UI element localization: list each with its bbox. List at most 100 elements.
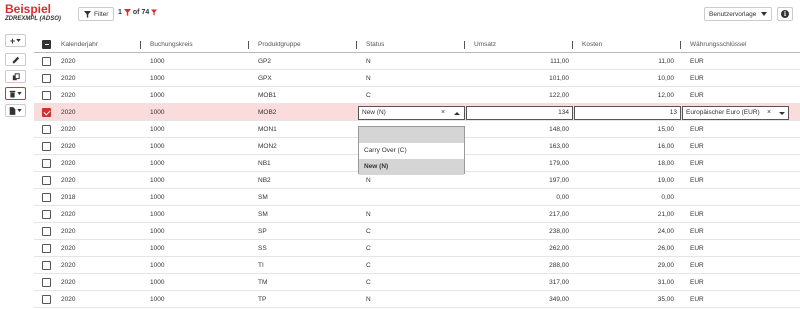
cell-bk: 1000: [150, 279, 165, 286]
select-all-checkbox[interactable]: [42, 40, 51, 49]
cell-status: N: [366, 296, 371, 303]
chevron-up-icon[interactable]: [454, 112, 460, 115]
cell-kosten: 15,00: [657, 126, 674, 133]
table-row[interactable]: 2020 1000 SP C 238,00 24,00 EUR: [34, 223, 800, 240]
clear-icon[interactable]: ×: [767, 107, 771, 119]
cell-bk: 1000: [150, 92, 165, 99]
edit-icon: [12, 56, 19, 63]
copy-button[interactable]: [5, 70, 26, 83]
cell-ws: EUR: [690, 262, 704, 269]
table-row[interactable]: 2020 1000 MOB2 New (N) × 134 13 Europäischer Eu…: [34, 104, 800, 121]
cell-kosten: 31,00: [657, 279, 674, 286]
add-button[interactable]: +: [5, 34, 26, 47]
delete-button[interactable]: [5, 87, 26, 100]
cell-umsatz: 197,00: [549, 177, 569, 184]
row-checkbox[interactable]: [42, 210, 51, 219]
cell-ws: EUR: [690, 279, 704, 286]
table-row[interactable]: 2020 1000 SS C 262,00 26,00 EUR: [34, 240, 800, 257]
cell-umsatz: 288,00: [549, 262, 569, 269]
waehrung-select[interactable]: Europäischer Euro (EUR) ×: [682, 106, 789, 120]
status-select-value: New (N): [362, 109, 386, 116]
col-header-umsatz[interactable]: Umsatz: [474, 36, 496, 53]
edit-button[interactable]: [5, 53, 26, 66]
row-checkbox[interactable]: [42, 176, 51, 185]
cell-ws: EUR: [690, 296, 704, 303]
col-header-kalenderjahr[interactable]: Kalenderjahr: [61, 36, 98, 53]
status-option-carry-over[interactable]: Carry Over (C): [359, 143, 464, 159]
row-checkbox[interactable]: [42, 91, 51, 100]
grid-header: Kalenderjahr Buchungskreis Produktgruppe…: [34, 36, 800, 53]
col-header-status[interactable]: Status: [366, 36, 384, 53]
row-checkbox[interactable]: [42, 159, 51, 168]
cell-year: 2018: [61, 194, 76, 201]
row-checkbox[interactable]: [42, 261, 51, 270]
row-toolbar: +: [5, 34, 27, 121]
row-checkbox[interactable]: [42, 142, 51, 151]
row-checkbox[interactable]: [42, 227, 51, 236]
chevron-down-icon[interactable]: [779, 112, 785, 115]
chevron-down-icon: [17, 92, 22, 95]
cell-status: [366, 189, 456, 206]
row-checkbox[interactable]: [42, 193, 51, 202]
export-button[interactable]: [5, 104, 26, 117]
info-button[interactable]: i: [777, 7, 793, 21]
cell-kosten: 35,00: [657, 296, 674, 303]
umsatz-input[interactable]: 134: [466, 106, 573, 120]
cell-status: C: [366, 279, 371, 286]
cell-ws: EUR: [690, 126, 704, 133]
col-header-kosten[interactable]: Kosten: [582, 36, 602, 53]
cell-kosten: 29,00: [657, 262, 674, 269]
cell-year: 2020: [61, 296, 76, 303]
table-row[interactable]: 2020 1000 GPX N 101,00 10,00 EUR: [34, 70, 800, 87]
cell-umsatz: 0,00: [556, 194, 569, 201]
cell-bk: 1000: [150, 160, 165, 167]
row-checkbox[interactable]: [42, 295, 51, 304]
cell-status: N: [366, 58, 371, 65]
row-checkbox[interactable]: [42, 244, 51, 253]
row-checkbox[interactable]: [42, 108, 51, 117]
cell-kosten: 26,00: [657, 245, 674, 252]
cell-pg: GP2: [258, 58, 272, 65]
cell-ws: [690, 189, 790, 206]
cell-status: C: [366, 92, 371, 99]
info-icon: i: [781, 10, 789, 18]
cell-pg: MON2: [258, 143, 277, 150]
chevron-down-icon: [17, 109, 22, 112]
cell-umsatz: 217,00: [549, 211, 569, 218]
clear-icon[interactable]: ×: [441, 107, 445, 119]
table-row[interactable]: 2020 1000 TM C 317,00 31,00 EUR: [34, 274, 800, 291]
add-icon: +: [9, 35, 16, 46]
col-header-buchungskreis[interactable]: Buchungskreis: [150, 36, 193, 53]
cell-bk: 1000: [150, 126, 165, 133]
table-row[interactable]: 2020 1000 TP N 349,00 35,00 EUR: [34, 291, 800, 308]
col-header-waehrungsschluessel[interactable]: Währungsschlüssel: [690, 36, 746, 53]
cell-year: 2020: [61, 143, 76, 150]
table-row[interactable]: 2020 1000 GP2 N 111,00 11,00 EUR: [34, 53, 800, 70]
row-checkbox[interactable]: [42, 57, 51, 66]
variant-select[interactable]: Benutzervorlage: [704, 7, 772, 21]
cell-year: 2020: [61, 279, 76, 286]
row-checkbox[interactable]: [42, 278, 51, 287]
cell-year: 2020: [61, 177, 76, 184]
row-checkbox[interactable]: [42, 74, 51, 83]
col-header-produktgruppe[interactable]: Produktgruppe: [258, 36, 301, 53]
table-row[interactable]: 2020 1000 MOB1 C 122,00 12,00 EUR: [34, 87, 800, 104]
status-option-empty[interactable]: [359, 127, 464, 143]
table-row[interactable]: 2020 1000 TI C 288,00 29,00 EUR: [34, 257, 800, 274]
status-select[interactable]: New (N) ×: [358, 106, 465, 120]
status-option-new[interactable]: New (N): [359, 159, 464, 175]
cell-year: 2020: [61, 160, 76, 167]
filter-active-icon[interactable]: [151, 9, 158, 16]
total-count: of 74: [132, 9, 150, 16]
cell-pg: MOB1: [258, 92, 277, 99]
record-count: 1 of 74: [118, 9, 158, 16]
table-row[interactable]: 2020 1000 SM N 217,00 21,00 EUR: [34, 206, 800, 223]
kosten-input[interactable]: 13: [574, 106, 681, 120]
filter-clear-icon[interactable]: [123, 9, 131, 16]
filter-button[interactable]: Filter: [78, 7, 115, 21]
row-checkbox[interactable]: [42, 125, 51, 134]
cell-bk: 1000: [150, 262, 165, 269]
page-subtitle: ZDREXMPL (ADSO): [5, 16, 61, 22]
table-row[interactable]: 2018 1000 SM 0,00 0,00: [34, 189, 800, 206]
cell-bk: 1000: [150, 211, 165, 218]
